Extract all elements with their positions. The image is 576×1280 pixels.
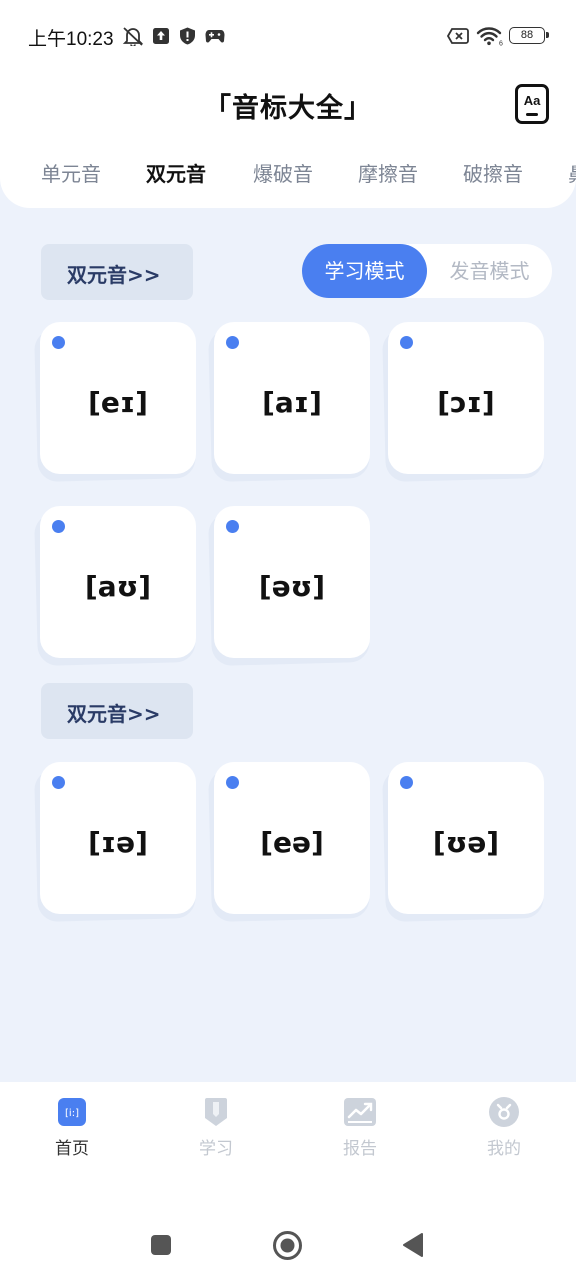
shield-icon [180,27,195,45]
battery-indicator: 88 [509,27,549,44]
mode-toggle: 学习模式 发音模式 [302,244,552,298]
nav-mine[interactable]: 我的 [454,1097,554,1168]
indicator-dot [400,336,413,349]
tab-plosives[interactable]: 爆破音 [253,158,313,187]
phoneme-symbol: [ɔɪ] [437,386,495,419]
phoneme-symbol: [aʊ] [84,570,152,603]
phoneme-card[interactable]: [aʊ] [34,506,196,667]
indicator-dot [226,520,239,533]
phoneme-card[interactable]: [aɪ] [208,322,370,483]
indicator-dot [52,336,65,349]
recent-apps-icon[interactable] [150,1234,172,1256]
tab-nasals[interactable]: 鼻 [568,158,576,187]
profile-icon [489,1097,519,1127]
font-size-icon: Aa [523,93,541,108]
header: 上午10:23 6 88 「音标大全」 Aa 单元音 双元音 爆破音 摩擦音 破… [0,0,576,208]
phoneme-card[interactable]: [ʊə] [382,762,544,923]
phoneme-symbol: [aɪ] [262,386,322,419]
chart-icon [344,1098,376,1126]
phoneme-card[interactable]: [eɪ] [34,322,196,483]
nav-study[interactable]: 学习 [166,1098,266,1168]
home-circle-icon[interactable] [272,1230,303,1261]
nav-home[interactable]: [i:] 首页 [22,1098,122,1168]
study-mode-button[interactable]: 学习模式 [302,244,427,298]
tab-fricatives[interactable]: 摩擦音 [358,158,418,187]
tab-affricates[interactable]: 破擦音 [463,158,523,187]
phoneme-symbol: [eə] [260,826,324,859]
status-bar: 上午10:23 6 88 [0,18,576,54]
bookmark-icon [205,1098,227,1126]
indicator-dot [52,520,65,533]
phoneme-card[interactable]: [ɪə] [34,762,196,923]
sim-off-icon [447,28,469,44]
section-label: 双元音>> [41,683,193,739]
back-triangle-icon[interactable] [401,1232,425,1258]
phoneme-card[interactable]: [əʊ] [208,506,370,667]
phoneme-symbol: [eɪ] [88,386,148,419]
indicator-dot [226,776,239,789]
svg-text:[i:]: [i:] [65,1108,79,1119]
ipa-icon: [i:] [58,1098,86,1126]
tab-diphthongs[interactable]: 双元音 [146,158,206,187]
pronounce-mode-button[interactable]: 发音模式 [427,244,552,298]
app-screen: 上午10:23 6 88 「音标大全」 Aa 单元音 双元音 爆破音 摩擦音 破… [0,0,576,1280]
category-tabs: 单元音 双元音 爆破音 摩擦音 破擦音 鼻 [0,158,576,194]
phoneme-symbol: [əʊ] [258,570,326,603]
indicator-dot [400,776,413,789]
system-nav-bar [0,1222,576,1268]
tab-monophthongs[interactable]: 单元音 [41,158,101,187]
wifi-icon: 6 [476,27,503,47]
indicator-dot [52,776,65,789]
page-title: 「音标大全」 [204,93,372,124]
phoneme-card[interactable]: [eə] [208,762,370,923]
font-size-button[interactable]: Aa [515,84,549,124]
svg-text:6: 6 [499,41,503,47]
section-label: 双元音>> [41,244,193,300]
nav-report[interactable]: 报告 [310,1098,410,1168]
status-time: 上午10:23 [28,29,114,50]
phoneme-symbol: [ɪə] [88,826,148,859]
mute-bell-icon [122,27,144,46]
phoneme-card[interactable]: [ɔɪ] [382,322,544,483]
upload-icon [153,28,169,44]
phoneme-symbol: [ʊə] [432,826,500,859]
gamepad-icon [205,30,225,43]
indicator-dot [226,336,239,349]
